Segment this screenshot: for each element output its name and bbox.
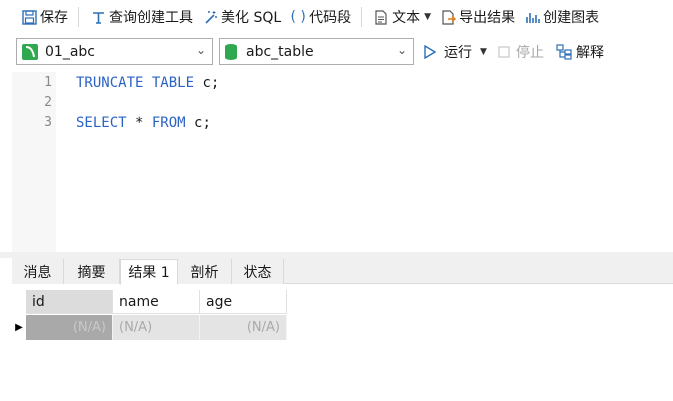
stop-label: 停止 — [516, 45, 544, 61]
result-grid: id name age ▶ (N/A) (N/A) (N/A) — [12, 285, 673, 401]
text-mode-dropdown[interactable]: 文本 ▼ — [368, 4, 435, 30]
tab-status[interactable]: 状态 — [232, 259, 284, 284]
save-icon — [20, 8, 38, 26]
toolbar-divider — [78, 7, 79, 27]
result-tabs: 消息 摘要 结果 1 剖析 状态 — [12, 258, 673, 285]
tab-result-1[interactable]: 结果 1 — [120, 259, 178, 285]
create-chart-label: 创建图表 — [543, 10, 600, 26]
code-snippet-label: 代码段 — [309, 10, 352, 26]
sql-keyword: TRUNCATE TABLE — [76, 75, 195, 91]
explain-label: 解释 — [576, 45, 604, 61]
run-button[interactable]: 运行 ▼ — [424, 40, 487, 64]
query-builder-label: 查询创建工具 — [109, 10, 193, 26]
query-builder-icon — [89, 8, 107, 26]
magic-wand-icon — [201, 8, 219, 26]
export-results-label: 导出结果 — [459, 10, 516, 26]
sql-text: c; — [185, 115, 211, 131]
table-cell[interactable]: (N/A) — [200, 315, 287, 340]
sql-text: * — [126, 115, 152, 131]
sql-text: c; — [194, 75, 220, 91]
export-results-button[interactable]: 导出结果 — [435, 4, 519, 30]
connection-value: 01_abc — [45, 43, 95, 60]
play-icon — [424, 45, 440, 59]
line-number: 1 — [44, 75, 52, 90]
code-snippet-button[interactable]: ( ) 代码段 — [285, 4, 355, 30]
database-value: abc_table — [246, 43, 314, 60]
database-icon — [224, 43, 240, 61]
row-indicator-icon: ▶ — [12, 315, 26, 340]
sql-editor[interactable]: 1 2 3 TRUNCATE TABLE c; SELECT * FROM c; — [12, 72, 673, 252]
chevron-down-icon: ⌄ — [396, 43, 407, 57]
export-icon — [439, 8, 457, 26]
parentheses-icon: ( ) — [290, 9, 306, 25]
stop-button[interactable]: 停止 — [498, 40, 544, 64]
connection-select[interactable]: 01_abc ⌄ — [16, 38, 213, 65]
save-button[interactable]: 保存 — [16, 4, 72, 30]
line-number: 2 — [44, 95, 52, 110]
query-builder-button[interactable]: 查询创建工具 — [85, 4, 197, 30]
column-header-id[interactable]: id — [26, 290, 113, 314]
sql-keyword: FROM — [151, 115, 186, 131]
column-header-age[interactable]: age — [200, 290, 287, 314]
code-line: SELECT * FROM c; — [76, 115, 211, 131]
column-header-name[interactable]: name — [113, 290, 200, 314]
text-mode-label: 文本 — [392, 10, 421, 26]
table-cell[interactable]: (N/A) — [113, 315, 200, 340]
chevron-down-icon: ⌄ — [195, 43, 206, 57]
document-icon — [372, 8, 390, 26]
dropdown-caret-icon: ▼ — [480, 47, 487, 57]
line-number: 3 — [44, 115, 52, 130]
database-select[interactable]: abc_table ⌄ — [219, 38, 414, 65]
tab-profile[interactable]: 剖析 — [178, 259, 232, 284]
tab-summary[interactable]: 摘要 — [64, 259, 120, 284]
beautify-sql-button[interactable]: 美化 SQL — [197, 4, 285, 30]
connection-toolbar: 01_abc ⌄ abc_table ⌄ 运行 ▼ 停止 解释 — [0, 36, 673, 68]
connection-icon — [21, 43, 39, 61]
stop-icon — [498, 46, 512, 58]
dropdown-caret-icon: ▼ — [424, 12, 432, 22]
create-chart-button[interactable]: 创建图表 — [519, 4, 603, 30]
explain-button[interactable]: 解释 — [556, 40, 604, 64]
table-cell[interactable]: (N/A) — [26, 315, 113, 340]
sql-keyword: SELECT — [76, 115, 127, 131]
explain-icon — [556, 44, 574, 60]
toolbar-divider — [361, 7, 363, 27]
tab-messages[interactable]: 消息 — [12, 259, 64, 284]
run-label: 运行 — [444, 45, 472, 61]
save-label: 保存 — [40, 10, 68, 26]
line-number-gutter: 1 2 3 — [12, 72, 56, 252]
beautify-sql-label: 美化 SQL — [221, 10, 282, 26]
main-toolbar: 保存 查询创建工具 美化 SQL ( ) 代码段 文本 ▼ 导出结果 创建图表 — [0, 0, 673, 34]
code-line: TRUNCATE TABLE c; — [76, 75, 219, 91]
chart-icon — [523, 8, 541, 26]
